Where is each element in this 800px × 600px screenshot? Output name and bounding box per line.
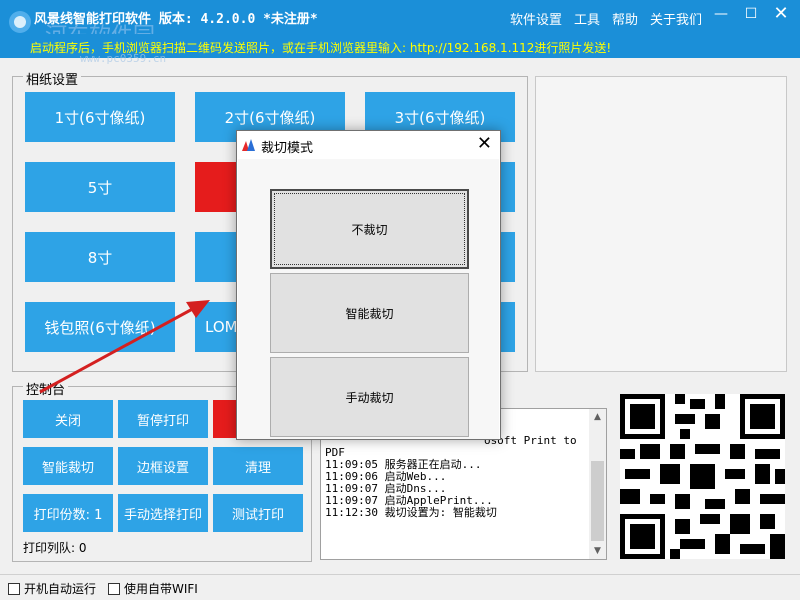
print-queue-label: 打印列队: 0 [23,541,87,555]
autostart-label: 开机自动运行 [24,582,97,596]
bottom-bar: 开机自动运行 使用自带WIFI [0,574,800,600]
info-bar: 启动程序后，手机浏览器扫描二维码发送照片，或在手机浏览器里输入: http://… [0,34,800,58]
paper-5inch-button[interactable]: 5寸 [25,162,175,212]
smart-crop-button[interactable]: 智能裁切 [23,447,113,485]
test-print-button[interactable]: 测试打印 [213,494,303,532]
paper-wallet-button[interactable]: 钱包照(6寸像纸) [25,302,175,352]
menu-bar: 软件设置 工具 帮助 关于我们 [510,9,702,28]
menu-help[interactable]: 帮助 [612,9,638,28]
log-scrollbar[interactable]: ▲ ▼ [589,409,606,559]
print-copies-button[interactable]: 打印份数: 1 [23,494,113,532]
manual-select-print-button[interactable]: 手动选择打印 [118,494,208,532]
dialog-app-icon [242,139,255,151]
dialog-close-button[interactable]: ✕ [477,133,492,154]
menu-software-settings[interactable]: 软件设置 [510,9,562,28]
info-text: 启动程序后，手机浏览器扫描二维码发送照片，或在手机浏览器里输入: http://… [30,41,612,55]
dialog-title: 裁切模式 [261,141,314,156]
maximize-button[interactable]: ☐ [736,0,766,30]
clear-button[interactable]: 清理 [213,447,303,485]
wifi-checkbox-box[interactable] [108,582,120,595]
preview-panel [535,76,787,372]
menu-tools[interactable]: 工具 [574,9,600,28]
paper-1inch-button[interactable]: 1寸(6寸像纸) [25,92,175,142]
minimize-button[interactable]: — [706,0,736,30]
manual-crop-button[interactable]: 手动裁切 [270,357,469,437]
no-crop-button[interactable]: 不裁切 [270,189,469,269]
autostart-checkbox-box[interactable] [8,582,20,595]
close-button[interactable]: 关闭 [23,400,113,438]
console-legend: 控制台 [23,379,69,398]
wifi-checkbox[interactable]: 使用自带WIFI [108,580,198,597]
qr-code [620,394,785,559]
scroll-up-icon[interactable]: ▲ [589,409,606,425]
scroll-down-icon[interactable]: ▼ [589,543,606,559]
title-bar: 河东软件园 风景线智能打印软件 版本: 4.2.0.0 *未注册* 软件设置 工… [0,0,800,49]
crop-mode-dialog: 裁切模式 ✕ 不裁切 智能裁切 手动裁切 [236,130,501,440]
autostart-checkbox[interactable]: 开机自动运行 [8,580,96,597]
scroll-thumb[interactable] [591,461,604,541]
dialog-body: 不裁切 智能裁切 手动裁切 [238,159,499,439]
paper-8inch-button[interactable]: 8寸 [25,232,175,282]
border-settings-button[interactable]: 边框设置 [118,447,208,485]
menu-about[interactable]: 关于我们 [650,9,702,28]
log-line: 11:12:30 裁切设置为: 智能裁切 [325,506,497,519]
wifi-label: 使用自带WIFI [124,582,198,596]
pause-print-button[interactable]: 暂停打印 [118,400,208,438]
close-window-button[interactable]: ✕ [766,0,796,30]
paper-settings-legend: 相纸设置 [23,69,82,88]
smart-crop-option-button[interactable]: 智能裁切 [270,273,469,353]
app-title: 风景线智能打印软件 版本: 4.2.0.0 *未注册* [34,12,318,27]
